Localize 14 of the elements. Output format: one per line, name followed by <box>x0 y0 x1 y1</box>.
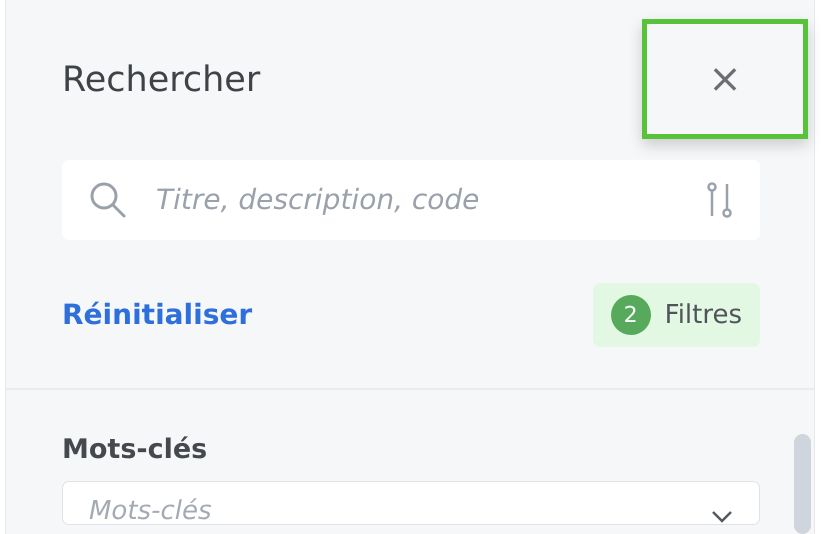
placeholder-text: Mots-clés <box>89 496 213 524</box>
search-icon <box>88 180 128 220</box>
field-label: Mots-clés <box>62 433 208 467</box>
sort-icon[interactable] <box>706 182 734 218</box>
filter-count: 2 <box>610 295 651 335</box>
scrollbar-thumb[interactable] <box>794 434 811 534</box>
search-bar[interactable]: Titre, description, code <box>62 160 760 240</box>
panel-title: Rechercher <box>62 59 260 101</box>
reset-link[interactable]: Réinitialiser <box>62 294 252 336</box>
close-button[interactable]: × <box>642 19 808 139</box>
chevron-down-icon <box>711 510 733 524</box>
search-field[interactable]: Titre, description, code <box>154 178 680 222</box>
filters-badge[interactable]: 2 Filtres <box>592 283 760 347</box>
filters-label: Filtres <box>664 298 742 332</box>
